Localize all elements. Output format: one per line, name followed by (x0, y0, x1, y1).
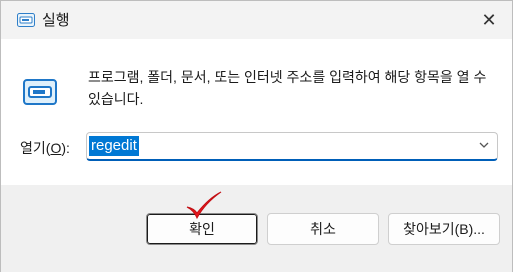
run-icon (17, 13, 35, 27)
button-bar: 확인 취소 찾아보기(B)... (1, 185, 512, 272)
cancel-button[interactable]: 취소 (267, 213, 379, 245)
open-label-prefix: 열기( (20, 140, 51, 156)
close-button[interactable]: ✕ (466, 1, 512, 39)
description-text: 프로그램, 폴더, 문서, 또는 인터넷 주소를 입력하여 해당 항목을 열 수… (88, 69, 487, 107)
open-label-suffix: ): (61, 140, 70, 156)
run-icon (23, 79, 57, 105)
red-checkmark (186, 191, 222, 220)
close-icon: ✕ (481, 9, 497, 31)
command-combobox[interactable]: regedit (86, 132, 498, 161)
title-bar: 실행 ✕ (1, 1, 512, 39)
window-title: 실행 (42, 11, 70, 29)
open-label: 열기(O): (20, 138, 70, 158)
command-input[interactable]: regedit (89, 136, 139, 156)
dialog-content: 프로그램, 폴더, 문서, 또는 인터넷 주소를 입력하여 해당 항목을 열 수… (1, 39, 512, 185)
open-label-mnemonic: O (50, 140, 62, 156)
browse-button[interactable]: 찾아보기(B)... (388, 213, 500, 245)
run-dialog: 실행 ✕ 프로그램, 폴더, 문서, 또는 인터넷 주소를 입력하여 해당 항목… (0, 0, 513, 272)
chevron-down-icon[interactable] (477, 138, 491, 152)
